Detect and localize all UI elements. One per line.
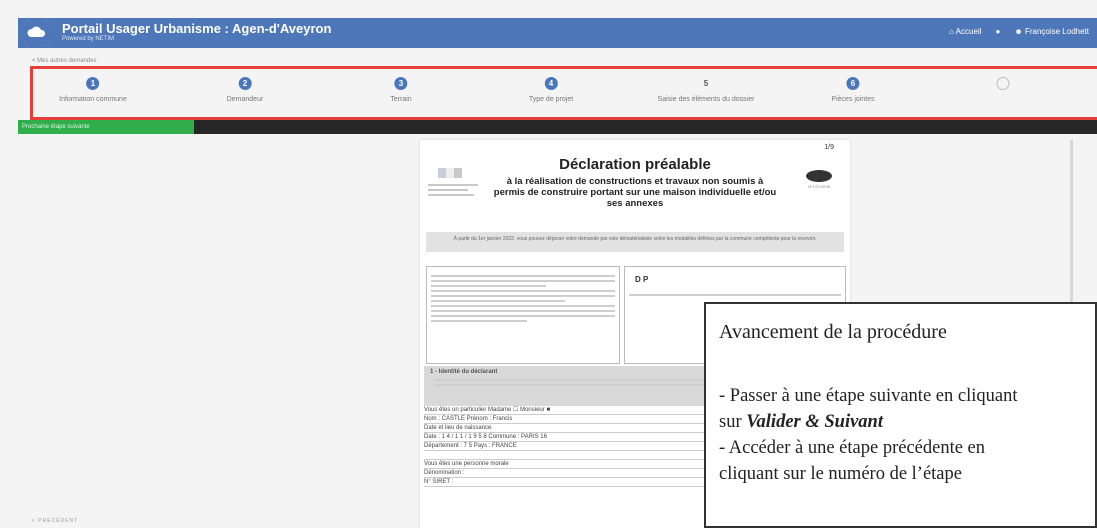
step-label: Demandeur (226, 96, 264, 103)
field-row: Date et lieu de naissance (424, 424, 724, 433)
field-row (424, 451, 724, 460)
field-row: Vous êtes une personne morale (424, 460, 724, 469)
home-link[interactable]: ⌂ Accueil (949, 27, 981, 36)
step-label: Pièces jointes (831, 96, 875, 103)
step-label: Saisie des éléments du dossier (657, 96, 755, 103)
declarant-fields: Vous êtes un particulier Madame ☐ Monsie… (424, 406, 724, 487)
step-number[interactable]: 1 (86, 77, 100, 90)
field-row: Nom : CASTLE Prénom : Francis (424, 415, 724, 424)
user-link[interactable]: ☻ Françoise Lodhett (1014, 27, 1089, 36)
help-callout: Avancement de la procédure - Passer à un… (704, 302, 1097, 528)
progress-bar-fill: Prochaine étape suivante (18, 120, 194, 134)
step-number[interactable]: 2 (238, 77, 252, 90)
document-info-box (426, 266, 620, 364)
step-1[interactable]: 1 Information commune (59, 77, 127, 103)
document-toolbar (194, 120, 1097, 134)
previous-button[interactable]: < PRÉCÉDENT (32, 518, 78, 524)
step-number[interactable]: 3 (394, 77, 408, 90)
callout-line: sur Valider & Suivant (719, 412, 883, 433)
home-link-label: Accueil (955, 27, 982, 36)
step-label: Terrain (390, 96, 412, 103)
step-6[interactable]: 6 Pièces jointes (831, 77, 875, 103)
field-row: Département : 7 5 Pays : FRANCE (424, 442, 724, 451)
step-label: Type de projet (528, 96, 574, 103)
step-2[interactable]: 2 Demandeur (226, 77, 264, 103)
step-label: Information commune (59, 96, 127, 103)
callout-title: Avancement de la procédure (719, 321, 947, 343)
field-row: Date : 1 4 / 1 1 / 1 9 5 8 Commune : PAR… (424, 433, 724, 442)
document-notice: À partir du 1er janvier 2022, vous pouve… (426, 232, 844, 252)
republique-logo-icon (428, 168, 488, 214)
callout-line: - Accéder à une étape précédente en (719, 438, 986, 458)
document-title: Déclaration préalable (559, 156, 711, 173)
step-4[interactable]: 4 Type de projet (529, 77, 573, 103)
header-links: ⌂ Accueil ● ☻ Françoise Lodhett (949, 27, 1089, 36)
field-row: Dénomination : (424, 469, 724, 478)
callout-line: cliquant sur le numéro de l’étape (719, 464, 962, 484)
document-subtitle: à la réalisation de constructions et tra… (493, 176, 777, 209)
step-number[interactable]: 5 (699, 77, 712, 90)
field-row: Vous êtes un particulier Madame ☐ Monsie… (424, 406, 724, 415)
back-link[interactable]: < Mes autres demandes (32, 58, 97, 64)
step-number[interactable]: 4 (544, 77, 558, 90)
callout-prefix: sur (719, 412, 747, 432)
bell-icon[interactable]: ● (995, 27, 1000, 36)
step-number[interactable]: 6 (846, 77, 860, 90)
callout-emphasis: Valider & Suivant (746, 412, 883, 432)
cloud-logo-icon[interactable] (24, 20, 50, 46)
app-subtitle: Powered by NETIM (62, 36, 115, 42)
app-header: Portail Usager Urbanisme : Agen-d'Aveyro… (18, 18, 1097, 48)
step-5[interactable]: 5 Saisie des éléments du dossier (658, 77, 755, 103)
step-7[interactable] (996, 77, 1010, 96)
step-3[interactable]: 3 Terrain (390, 77, 412, 103)
field-row: N° SIRET : (424, 478, 724, 487)
dp-label: D P (635, 275, 649, 284)
page-number: 1/9 (824, 144, 834, 151)
section-title: 1 - Identité du déclarant (430, 369, 498, 375)
callout-line: - Passer à une étape suivante en cliquan… (719, 386, 1018, 406)
procedure-stepper: 1 Information commune 2 Demandeur 3 Terr… (30, 66, 1097, 120)
user-name: Françoise Lodhett (1024, 27, 1089, 36)
app-title: Portail Usager Urbanisme : Agen-d'Aveyro… (62, 21, 332, 36)
step-number[interactable] (996, 77, 1010, 90)
